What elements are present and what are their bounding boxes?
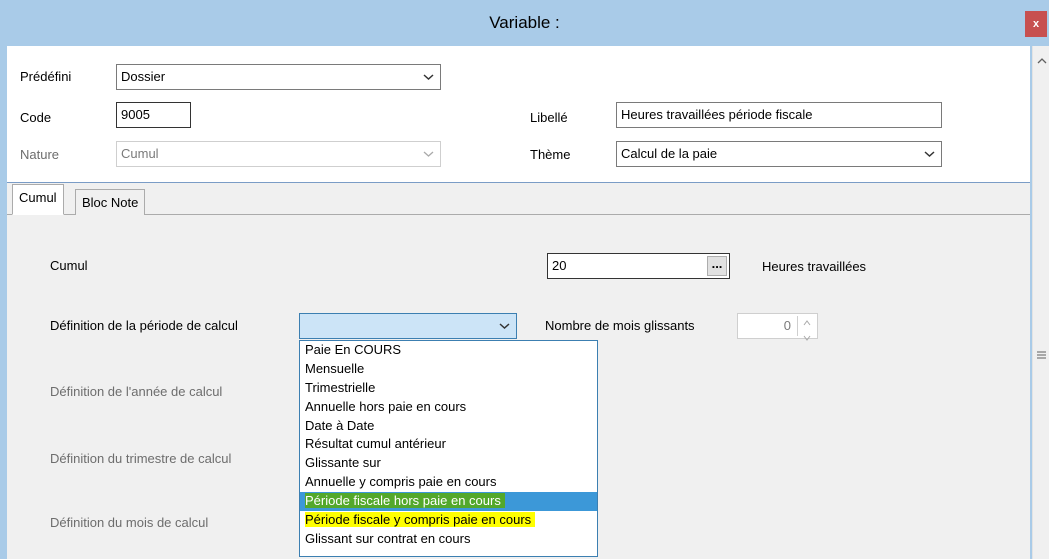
scroll-up-icon[interactable] bbox=[1036, 54, 1048, 68]
close-icon: x bbox=[1032, 18, 1040, 30]
nature-select: Cumul bbox=[116, 141, 441, 167]
chevron-down-icon bbox=[924, 151, 935, 158]
mois-glissants-value: 0 bbox=[783, 318, 791, 333]
dropdown-option[interactable]: Date à Date bbox=[300, 417, 597, 436]
cumul-label: Cumul bbox=[50, 258, 88, 273]
mois-glissants-label: Nombre de mois glissants bbox=[545, 318, 695, 333]
tab-cumul[interactable]: Cumul bbox=[12, 184, 64, 215]
code-input[interactable]: 9005 bbox=[116, 102, 191, 128]
nature-value: Cumul bbox=[121, 146, 159, 161]
browse-button[interactable]: ... bbox=[707, 256, 727, 276]
stepper-buttons bbox=[797, 316, 815, 341]
dropdown-option[interactable]: Mensuelle bbox=[300, 360, 597, 379]
annee-label: Définition de l'année de calcul bbox=[50, 384, 223, 399]
chevron-down-icon bbox=[423, 74, 434, 81]
predefini-label: Prédéfini bbox=[20, 69, 72, 84]
mois-label: Définition du mois de calcul bbox=[50, 515, 209, 530]
window-frame-left bbox=[0, 46, 7, 559]
code-label: Code bbox=[20, 110, 52, 125]
trimestre-label: Définition du trimestre de calcul bbox=[50, 451, 232, 466]
predefini-select[interactable]: Dossier bbox=[116, 64, 441, 90]
close-button[interactable]: x bbox=[1025, 11, 1047, 37]
spin-up-icon bbox=[803, 320, 811, 326]
dropdown-option[interactable]: Résultat cumul antérieur bbox=[300, 435, 597, 454]
libelle-label: Libellé bbox=[530, 110, 568, 125]
theme-label: Thème bbox=[530, 147, 571, 162]
nature-label: Nature bbox=[20, 147, 60, 162]
dropdown-option[interactable]: Glissant sur contrat en cours bbox=[300, 530, 597, 549]
chevron-down-icon bbox=[499, 323, 510, 330]
scroll-grip-icon[interactable] bbox=[1036, 349, 1047, 361]
libelle-value: Heures travaillées période fiscale bbox=[621, 107, 813, 122]
periode-label: Définition de la période de calcul bbox=[50, 318, 238, 333]
code-value: 9005 bbox=[121, 107, 150, 122]
dropdown-option[interactable]: Paie En COURS bbox=[300, 341, 597, 360]
tab-bloc-note[interactable]: Bloc Note bbox=[75, 189, 146, 216]
theme-select[interactable]: Calcul de la paie bbox=[616, 141, 942, 167]
dropdown-option[interactable]: Trimestrielle bbox=[300, 379, 597, 398]
predefini-value: Dossier bbox=[121, 69, 166, 84]
dropdown-option[interactable]: Annuelle y compris paie en cours bbox=[300, 473, 597, 492]
periode-dropdown-list[interactable]: Paie En COURS Mensuelle Trimestrielle An… bbox=[299, 340, 598, 557]
cumul-description: Heures travaillées bbox=[762, 259, 867, 274]
cumul-input[interactable]: 20 ... bbox=[547, 253, 730, 279]
dropdown-option-selected[interactable]: Période fiscale hors paie en cours bbox=[300, 492, 597, 512]
libelle-input[interactable]: Heures travaillées période fiscale bbox=[616, 102, 942, 128]
window-title: Variable : bbox=[489, 13, 560, 32]
periode-select[interactable] bbox=[299, 313, 517, 339]
dropdown-option[interactable]: Glissante sur bbox=[300, 454, 597, 473]
theme-value: Calcul de la paie bbox=[621, 146, 718, 161]
vertical-scrollbar[interactable] bbox=[1032, 46, 1049, 559]
dropdown-option[interactable]: Annuelle hors paie en cours bbox=[300, 398, 597, 417]
spin-down-icon bbox=[803, 335, 811, 341]
chevron-down-icon bbox=[423, 151, 434, 157]
dropdown-option-highlighted[interactable]: Période fiscale y compris paie en cours bbox=[300, 511, 597, 530]
mois-glissants-stepper: 0 bbox=[737, 313, 818, 341]
cumul-value: 20 bbox=[552, 258, 567, 273]
